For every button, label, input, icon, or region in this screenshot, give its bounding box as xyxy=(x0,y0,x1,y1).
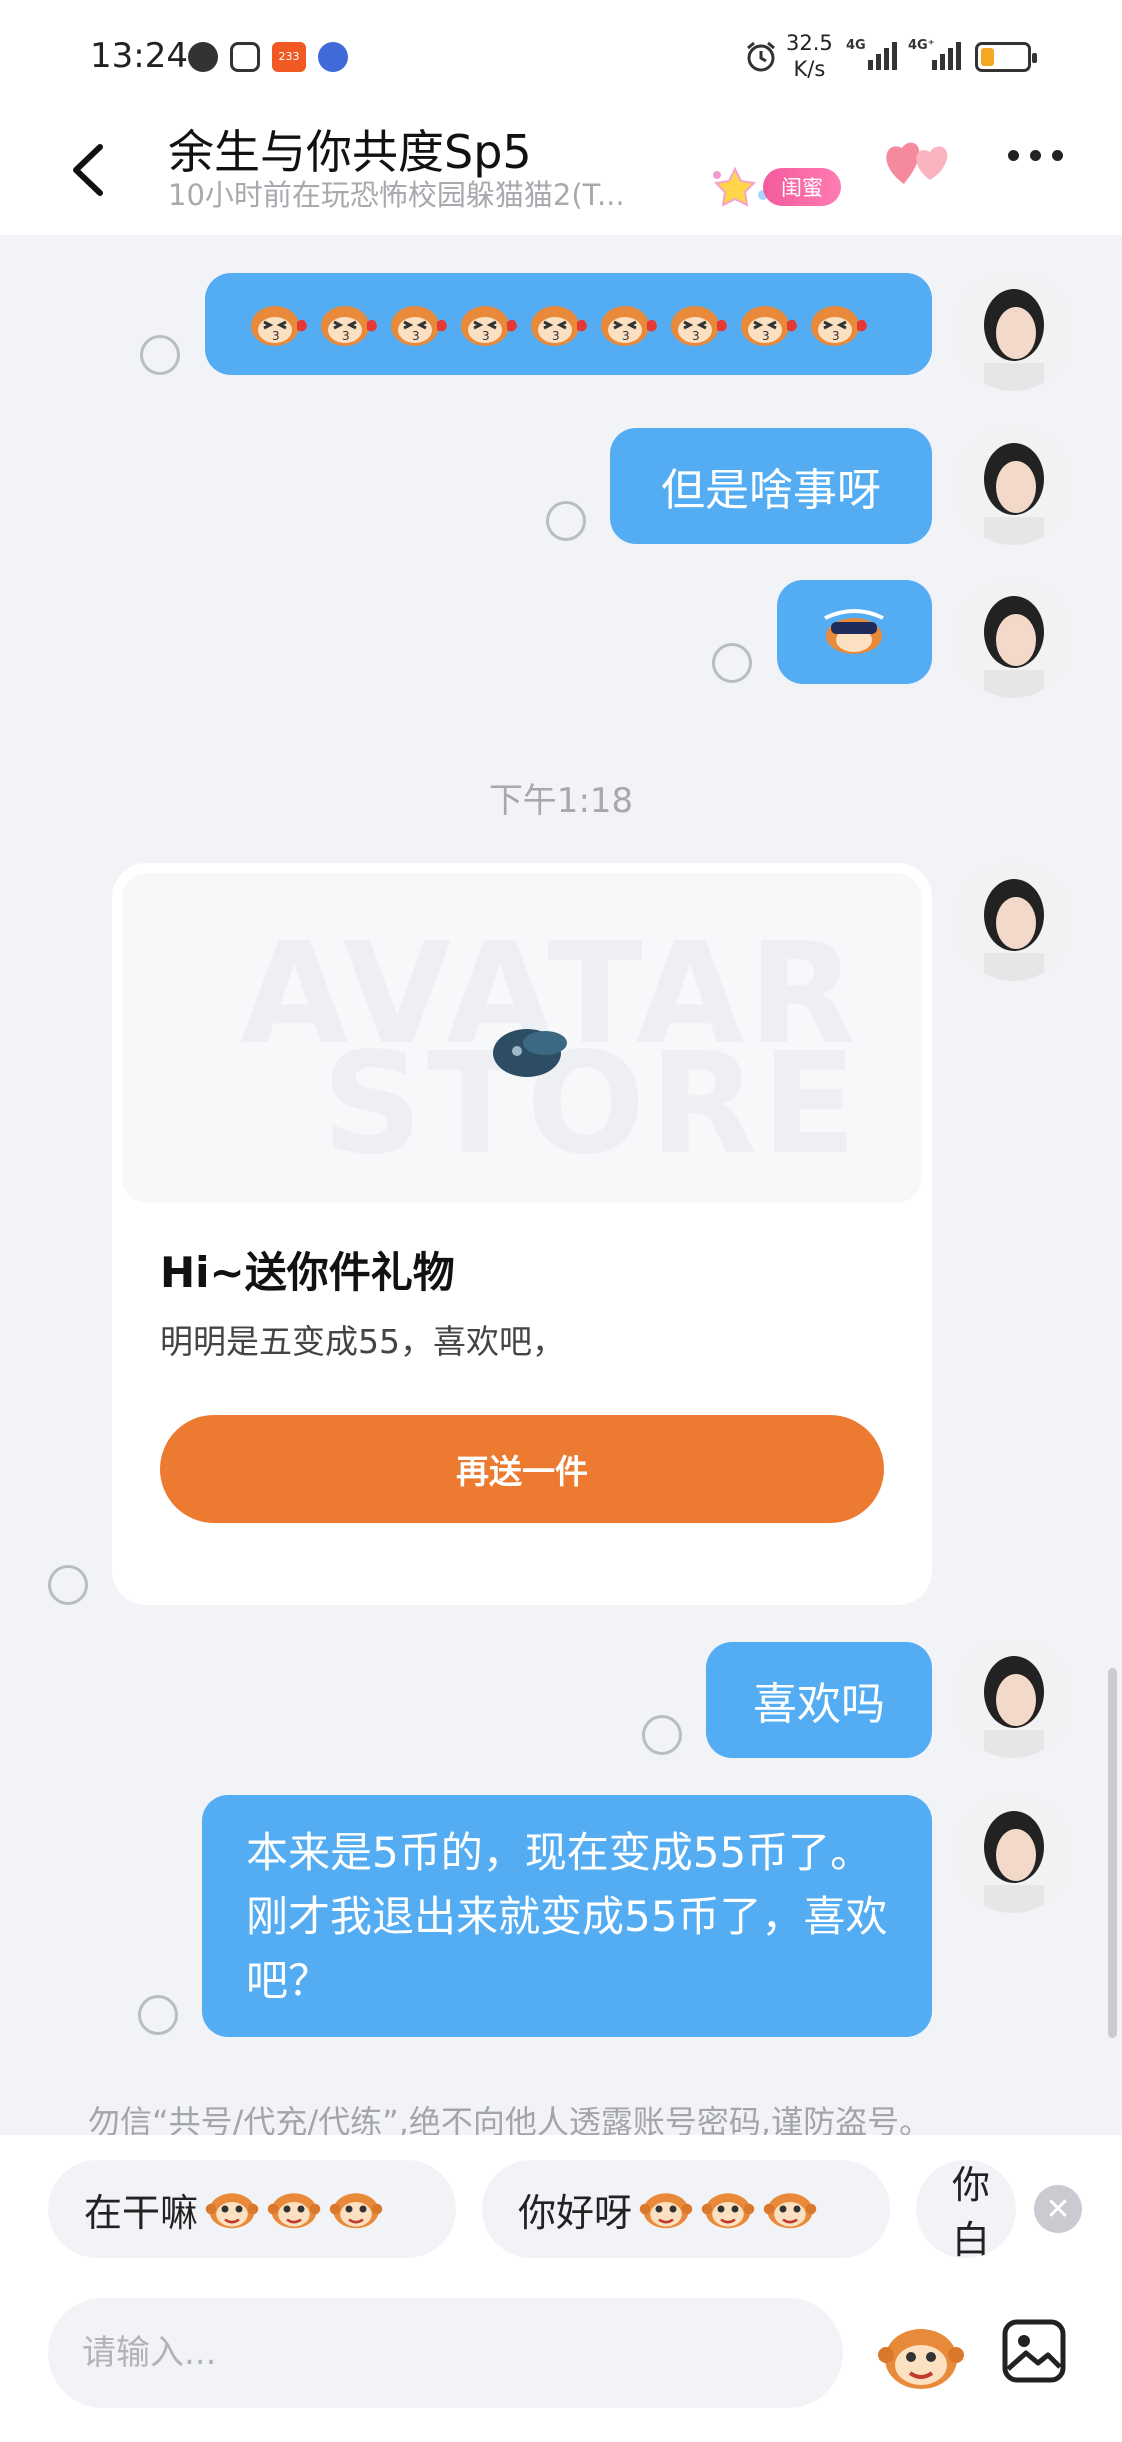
monkey-kiss-icon xyxy=(385,300,449,348)
monkey-sunglasses-icon xyxy=(824,609,884,654)
composer-area: 在干嘛 你好呀 你白 ✕ xyxy=(0,2135,1122,2442)
quick-reply-3[interactable]: 你白 xyxy=(916,2160,1016,2258)
read-status-dot xyxy=(546,501,586,541)
quick-reply-label: 你好呀 xyxy=(518,2190,633,2235)
monkey-sticker-icon[interactable] xyxy=(876,2315,966,2395)
watermark-store: STORE xyxy=(322,1023,861,1186)
read-status-dot xyxy=(712,643,752,683)
monkey-grin-icon xyxy=(266,2185,322,2233)
signal-icon-1 xyxy=(868,40,897,70)
message-bubble[interactable]: 但是啥事呀 xyxy=(610,428,932,544)
relation-badge-label: 闺蜜 xyxy=(763,168,841,206)
sticker-bubble[interactable] xyxy=(777,580,932,684)
net-speed: 32.5 K/s xyxy=(786,30,833,82)
message-input-field[interactable] xyxy=(82,2333,843,2373)
close-icon[interactable]: ✕ xyxy=(1034,2185,1082,2233)
quick-reply-label: 你白 xyxy=(952,2163,991,2258)
music-icon xyxy=(318,42,348,72)
quick-reply-2[interactable]: 你好呀 xyxy=(482,2160,890,2258)
monkey-grin-icon xyxy=(204,2185,260,2233)
monkey-kiss-icon xyxy=(315,300,379,348)
monkey-kiss-icon xyxy=(665,300,729,348)
message-bubble[interactable]: 本来是5币的，现在变成55币了。刚才我退出来就变成55币了，喜欢吧？ xyxy=(202,1795,932,2037)
chat-subtitle: 10小时前在玩恐怖校园躲猫猫2(T... xyxy=(168,178,625,212)
avatar[interactable] xyxy=(954,863,1072,981)
battery-icon xyxy=(975,42,1037,72)
gift-message: 明明是五变成55，喜欢吧， xyxy=(160,1322,565,1361)
signal-icon-2 xyxy=(932,40,961,70)
avatar[interactable] xyxy=(954,580,1072,698)
gift-title: Hi~送你件礼物 xyxy=(160,1248,455,1297)
security-notice: 勿信“共号/代充/代练”,绝不向他人透露账号密码,谨防盗号。 xyxy=(88,2103,932,2135)
read-status-dot xyxy=(138,1995,178,2035)
image-icon[interactable] xyxy=(1000,2317,1068,2385)
monkey-smile-icon xyxy=(638,2185,694,2233)
scrollbar[interactable] xyxy=(1108,1668,1117,2038)
sticker-row xyxy=(205,273,932,375)
send-another-button[interactable]: 再送一件 xyxy=(160,1415,884,1523)
monkey-kiss-icon xyxy=(455,300,519,348)
monkey-kiss-icon xyxy=(805,300,869,348)
net-speed-unit: K/s xyxy=(793,57,826,81)
status-bar: 13:24 233 32.5 K/s 4G 4G⁺ xyxy=(0,0,1122,110)
app-233-icon: 233 xyxy=(272,42,306,72)
alarm-icon xyxy=(747,41,775,72)
hand-icon xyxy=(230,42,260,72)
monkey-grin-icon xyxy=(328,2185,384,2233)
app-badge-text: 233 xyxy=(278,50,300,63)
message-list[interactable]: 但是啥事呀 下午1:18 AVATAR STORE Hi~送你件礼物 明明是五变… xyxy=(0,235,1122,2135)
chat-bubble-icon xyxy=(188,42,218,72)
quick-reply-1[interactable]: 在干嘛 xyxy=(48,2160,456,2258)
avatar[interactable] xyxy=(954,1795,1072,1913)
status-time: 13:24 xyxy=(90,36,188,76)
sticker-bubble[interactable] xyxy=(205,273,932,375)
hearts-icon[interactable] xyxy=(882,134,954,194)
relation-badge[interactable]: 闺蜜 xyxy=(705,166,841,207)
message-bubble[interactable]: 喜欢吗 xyxy=(706,1642,932,1758)
read-status-dot xyxy=(140,335,180,375)
network-type-2: 4G⁺ xyxy=(908,38,935,53)
gift-card[interactable]: AVATAR STORE Hi~送你件礼物 明明是五变成55，喜欢吧， 再送一件 xyxy=(112,863,932,1605)
monkey-kiss-icon xyxy=(525,300,589,348)
more-icon[interactable] xyxy=(1008,150,1063,161)
time-separator: 下午1:18 xyxy=(488,781,634,821)
back-arrow-icon[interactable] xyxy=(60,135,120,205)
message-input[interactable] xyxy=(48,2298,843,2408)
monkey-kiss-icon xyxy=(245,300,309,348)
gift-preview[interactable]: AVATAR STORE xyxy=(122,873,922,1203)
avatar[interactable] xyxy=(954,427,1072,545)
gift-item-icon xyxy=(493,1029,567,1077)
monkey-kiss-icon xyxy=(735,300,799,348)
monkey-smile-icon xyxy=(762,2185,818,2233)
avatar[interactable] xyxy=(954,1640,1072,1758)
read-status-dot xyxy=(48,1565,88,1605)
monkey-kiss-icon xyxy=(595,300,659,348)
battery-fill xyxy=(981,48,995,66)
net-speed-value: 32.5 xyxy=(786,31,833,55)
network-type-1: 4G xyxy=(846,38,866,53)
read-status-dot xyxy=(642,1715,682,1755)
avatar[interactable] xyxy=(954,273,1072,391)
quick-reply-label: 在干嘛 xyxy=(84,2190,199,2235)
chat-header: 余生与你共度Sp5 10小时前在玩恐怖校园躲猫猫2(T... 闺蜜 xyxy=(0,110,1122,235)
monkey-smile-icon xyxy=(700,2185,756,2233)
